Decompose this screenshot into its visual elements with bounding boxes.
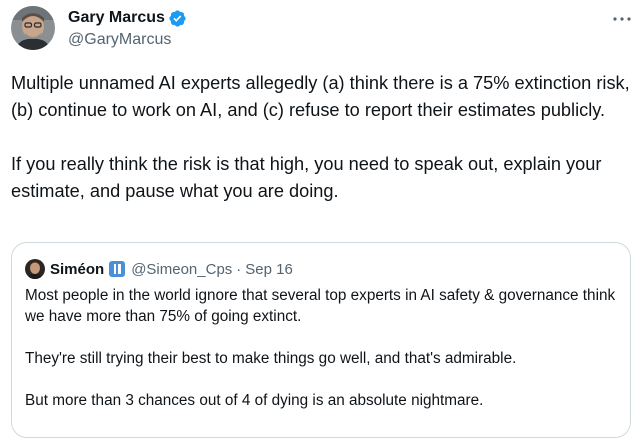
quoted-paragraph: They're still trying their best to make … xyxy=(25,350,517,367)
quoted-tweet[interactable]: Siméon @Simeon_Cps · Sep 16 Most people … xyxy=(11,242,631,438)
author-handle[interactable]: @GaryMarcus xyxy=(68,30,171,50)
avatar-image xyxy=(11,6,55,50)
quoted-paragraph: Most people in the world ignore that sev… xyxy=(25,287,616,325)
quoted-author-name[interactable]: Siméon xyxy=(50,261,104,278)
more-options-button[interactable] xyxy=(611,12,633,26)
more-horizontal-icon xyxy=(613,17,631,21)
quoted-tweet-text: Most people in the world ignore that sev… xyxy=(25,285,621,411)
tweet: Gary Marcus @GaryMarcus Multiple unnamed… xyxy=(0,0,642,444)
tweet-paragraph: Multiple unnamed AI experts allegedly (a… xyxy=(11,73,630,120)
quoted-date[interactable]: Sep 16 xyxy=(245,261,293,278)
quoted-tweet-header: Siméon @Simeon_Cps · Sep 16 xyxy=(25,258,293,280)
quoted-paragraph: But more than 3 chances out of 4 of dyin… xyxy=(25,392,484,409)
pause-badge-icon xyxy=(109,261,126,277)
tweet-paragraph: If you really think the risk is that hig… xyxy=(11,154,602,201)
author-name[interactable]: Gary Marcus xyxy=(68,8,165,28)
avatar[interactable] xyxy=(11,6,55,50)
author-name-row: Gary Marcus xyxy=(68,8,187,28)
dot-separator: · xyxy=(236,260,242,278)
quoted-avatar xyxy=(25,259,45,279)
tweet-text: Multiple unnamed AI experts allegedly (a… xyxy=(11,70,633,205)
quoted-avatar-image xyxy=(25,259,45,279)
verified-badge-icon xyxy=(168,9,187,28)
quoted-author-handle[interactable]: @Simeon_Cps xyxy=(131,261,232,278)
